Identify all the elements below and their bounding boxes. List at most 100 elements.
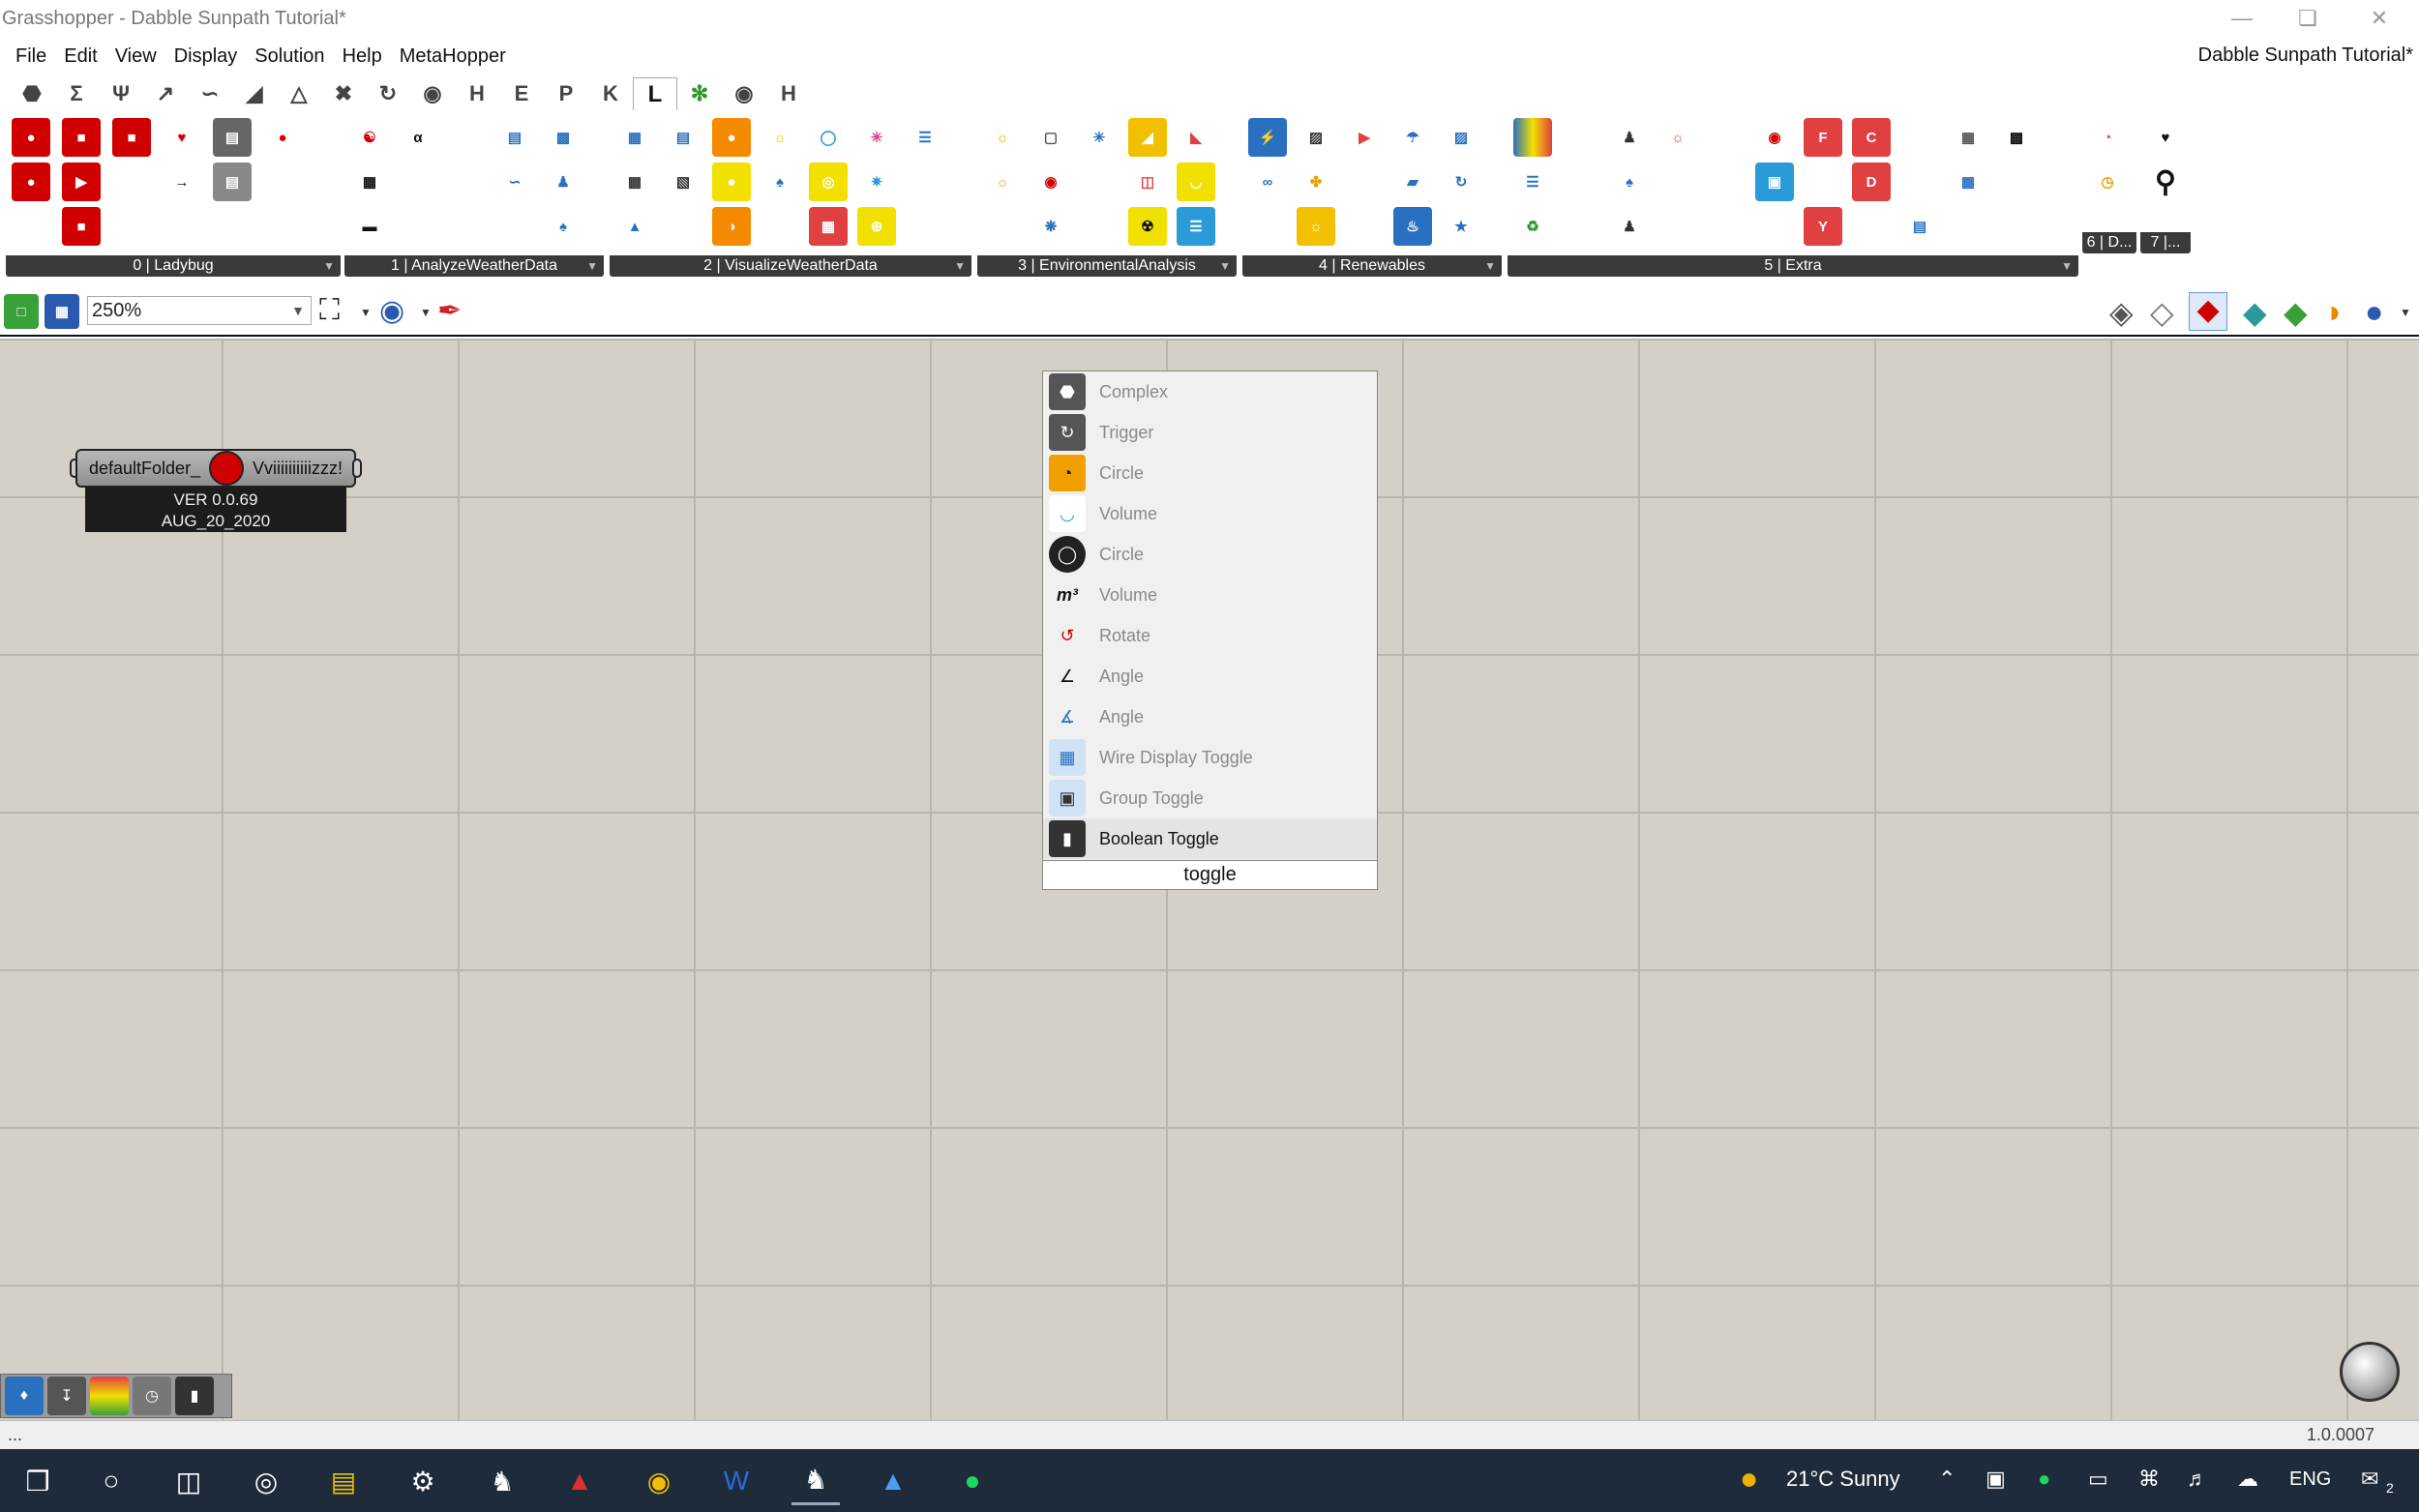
search-result-trigger[interactable]: ↻ Trigger xyxy=(1043,412,1377,453)
sun-glow-icon[interactable]: ☼ xyxy=(1297,207,1335,246)
wind-rose-icon[interactable]: ✷ xyxy=(857,163,896,201)
preview-shaded-icon[interactable]: ◆ xyxy=(2189,292,2227,331)
spotify-icon[interactable]: ● xyxy=(948,1457,997,1505)
file-explorer-icon[interactable]: ▤ xyxy=(319,1457,368,1505)
grasshopper-tab-icon[interactable]: ✻ xyxy=(677,77,722,110)
3d-chart-icon[interactable]: ▦ xyxy=(615,118,654,157)
search-result-group-toggle[interactable]: ▣ Group Toggle xyxy=(1043,778,1377,818)
curve-tab-icon[interactable]: ∽ xyxy=(188,77,232,110)
bottle-icon[interactable]: ▰ xyxy=(1393,163,1432,201)
sun-sphere-icon[interactable]: ● xyxy=(712,118,751,157)
hea-icon[interactable]: ● xyxy=(263,118,302,157)
hatch-chart-icon[interactable]: ▧ xyxy=(664,163,702,201)
panel-label-extra[interactable]: 5 | Extra ▼ xyxy=(1508,255,2078,277)
clock-icon[interactable]: ◷ xyxy=(2088,163,2127,201)
search-result-complex[interactable]: ⬣ Complex xyxy=(1043,371,1377,412)
person-chart-icon[interactable]: ♠ xyxy=(544,207,582,246)
surface-tab-icon[interactable]: ◢ xyxy=(232,77,277,110)
language-indicator[interactable]: ENG xyxy=(2289,1468,2331,1491)
ladybug-component[interactable]: defaultFolder_ Vviiiiiiiiiizzz! xyxy=(75,449,356,488)
red-grid-icon[interactable]: ▦ xyxy=(809,207,848,246)
table-icon[interactable]: ▦ xyxy=(1949,118,1987,157)
preview-selected-icon[interactable]: ◆ xyxy=(2243,294,2267,331)
search-circle-icon[interactable]: ○ xyxy=(87,1457,135,1505)
chart-bars-icon[interactable]: ▤ xyxy=(1900,207,1939,246)
i-love-ny-icon[interactable]: ♥ xyxy=(163,118,201,157)
tab-h[interactable]: H xyxy=(455,77,499,110)
lightning-icon[interactable]: ⚡ xyxy=(1248,118,1287,157)
preview-wireframe-icon[interactable]: ◇ xyxy=(2150,294,2174,331)
tab-p[interactable]: P xyxy=(544,77,588,110)
drop-fire-icon[interactable]: ♨ xyxy=(1393,207,1432,246)
location-icon[interactable]: ■ xyxy=(62,207,101,246)
ab-icon[interactable]: α xyxy=(399,118,437,157)
recycle-icon[interactable]: ♻ xyxy=(1513,207,1552,246)
transform-tab-icon[interactable]: ↻ xyxy=(366,77,410,110)
wifi-icon[interactable]: ⌘ xyxy=(2138,1467,2160,1492)
material-sphere-icon[interactable]: ◑ xyxy=(2322,294,2341,330)
spotify-tray-icon[interactable]: ● xyxy=(2038,1467,2050,1492)
import-icon[interactable]: ▶ xyxy=(62,163,101,201)
ladybug-icon[interactable]: ● xyxy=(12,118,50,157)
search-result-volume-2[interactable]: m³ Volume xyxy=(1043,575,1377,615)
display-tab-icon[interactable]: ◉ xyxy=(410,77,455,110)
flow-icon[interactable]: ↻ xyxy=(1442,163,1480,201)
acrobat-icon[interactable]: ▲ xyxy=(555,1457,604,1505)
view-analysis-icon[interactable]: ✳ xyxy=(1080,118,1119,157)
binary-icon[interactable]: ▦ xyxy=(350,163,389,201)
gauge-icon[interactable]: ◔ xyxy=(2088,118,2127,157)
grid-chart-icon[interactable]: ▦ xyxy=(615,163,654,201)
ladybug-dot-icon[interactable]: ● xyxy=(12,163,50,201)
layers-icon[interactable]: ☰ xyxy=(1177,207,1215,246)
image-icon[interactable]: ▣ xyxy=(1755,163,1794,201)
bowl-icon[interactable]: ◡ xyxy=(1177,163,1215,201)
factory-icon[interactable]: ▨ xyxy=(1297,118,1335,157)
menu-edit[interactable]: Edit xyxy=(55,45,105,68)
chevron-up-icon[interactable]: ⌃ xyxy=(1938,1467,1956,1492)
tab-l[interactable]: L xyxy=(633,77,677,110)
file-fc-icon[interactable]: C xyxy=(1852,118,1891,157)
windows-start-icon[interactable]: ❒ xyxy=(14,1457,62,1505)
radioactive-icon[interactable]: ☢ xyxy=(1128,207,1167,246)
legend-gradient-icon[interactable] xyxy=(1513,118,1552,157)
menu-help[interactable]: Help xyxy=(334,45,391,68)
toggle-icon[interactable]: ▮ xyxy=(175,1377,214,1415)
menu-solution[interactable]: Solution xyxy=(246,45,333,68)
weather-text[interactable]: 21°C Sunny xyxy=(1786,1467,1900,1492)
curve-line-icon[interactable]: ∽ xyxy=(495,163,534,201)
zoom-dropdown-icon[interactable]: ▼ xyxy=(360,306,372,319)
tab-k[interactable]: K xyxy=(588,77,633,110)
minimize-button[interactable]: — xyxy=(2216,4,2268,33)
panel-label-visualize[interactable]: 2 | VisualizeWeatherData ▼ xyxy=(610,255,971,277)
people-icon[interactable]: ♠ xyxy=(1610,163,1649,201)
tab-e[interactable]: E xyxy=(499,77,544,110)
ny-arrow-icon[interactable]: → xyxy=(163,163,201,201)
shading-designer-icon[interactable]: ◫ xyxy=(1128,163,1167,201)
plugin-tab-icon[interactable]: ◉ xyxy=(722,77,766,110)
search-result-angle[interactable]: ∠ Angle xyxy=(1043,656,1377,697)
wind-turbine-icon[interactable]: ✤ xyxy=(1297,163,1335,201)
menu-view[interactable]: View xyxy=(106,45,165,68)
panel-label-environmental[interactable]: 3 | EnvironmentalAnalysis ▼ xyxy=(977,255,1237,277)
preview-eye-icon[interactable]: ◉ xyxy=(379,294,404,328)
lines-icon[interactable]: ☰ xyxy=(906,118,944,157)
settings-gear-icon[interactable]: ⚙ xyxy=(399,1457,447,1505)
search-result-circle[interactable]: ◔ Circle xyxy=(1043,453,1377,493)
maths-tab-icon[interactable]: Σ xyxy=(54,77,99,110)
network-icon[interactable]: ★ xyxy=(1442,207,1480,246)
preview-mesh-icon[interactable]: ◆ xyxy=(2284,294,2308,331)
analysis-icon[interactable]: ▩ xyxy=(544,118,582,157)
word-icon[interactable]: W xyxy=(712,1457,761,1505)
red-sun-icon[interactable]: ☼ xyxy=(1658,118,1697,157)
weather-data-icon[interactable]: ☯ xyxy=(350,118,389,157)
search-icon[interactable]: ⚲ xyxy=(2146,163,2185,201)
tab-h2[interactable]: H xyxy=(766,77,811,110)
dell-icon[interactable]: ◎ xyxy=(242,1457,290,1505)
eye-target-icon[interactable]: ◉ xyxy=(1755,118,1794,157)
intersect-tab-icon[interactable]: ✖ xyxy=(321,77,366,110)
zoom-extents-icon[interactable]: ⛶ xyxy=(319,294,340,327)
grid-color-icon[interactable]: ▦ xyxy=(1949,163,1987,201)
search-result-volume[interactable]: ◡ Volume xyxy=(1043,493,1377,534)
menu-display[interactable]: Display xyxy=(165,45,247,68)
search-result-wire-display-toggle[interactable]: ▦ Wire Display Toggle xyxy=(1043,737,1377,778)
